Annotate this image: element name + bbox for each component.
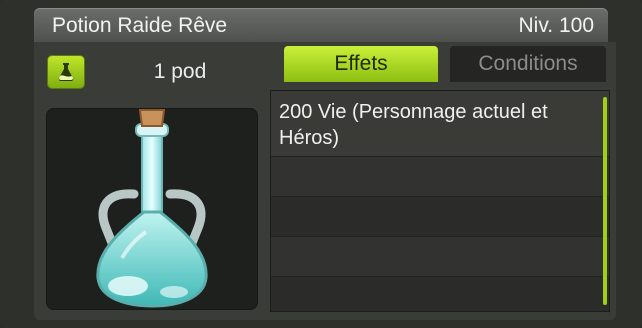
tab-conditions[interactable]: Conditions (450, 46, 606, 82)
effects-scrollbar[interactable] (603, 97, 607, 305)
potion-glyph-icon (58, 63, 74, 82)
item-name: Potion Raide Rêve (52, 14, 228, 37)
effect-text: 200 Vie (Personnage actuel et Héros) (279, 101, 548, 149)
effect-row: 200 Vie (Personnage actuel et Héros) (271, 91, 609, 157)
effect-row-empty (271, 277, 609, 311)
potion-bottle-icon (96, 109, 208, 308)
effect-row-empty (271, 157, 609, 197)
item-tooltip-window: Potion Raide Rêve Niv. 100 1 pod Effets … (0, 0, 642, 328)
effect-row-empty (271, 237, 609, 277)
item-weight: 1 pod (153, 60, 207, 83)
item-image-frame (46, 108, 258, 310)
effect-row-empty (271, 197, 609, 237)
tab-effects[interactable]: Effets (284, 46, 438, 82)
effects-list: 200 Vie (Personnage actuel et Héros) (270, 90, 610, 312)
item-level: Niv. 100 (518, 14, 594, 37)
potion-type-icon[interactable] (48, 56, 84, 88)
title-bar: Potion Raide Rêve Niv. 100 (34, 8, 608, 42)
